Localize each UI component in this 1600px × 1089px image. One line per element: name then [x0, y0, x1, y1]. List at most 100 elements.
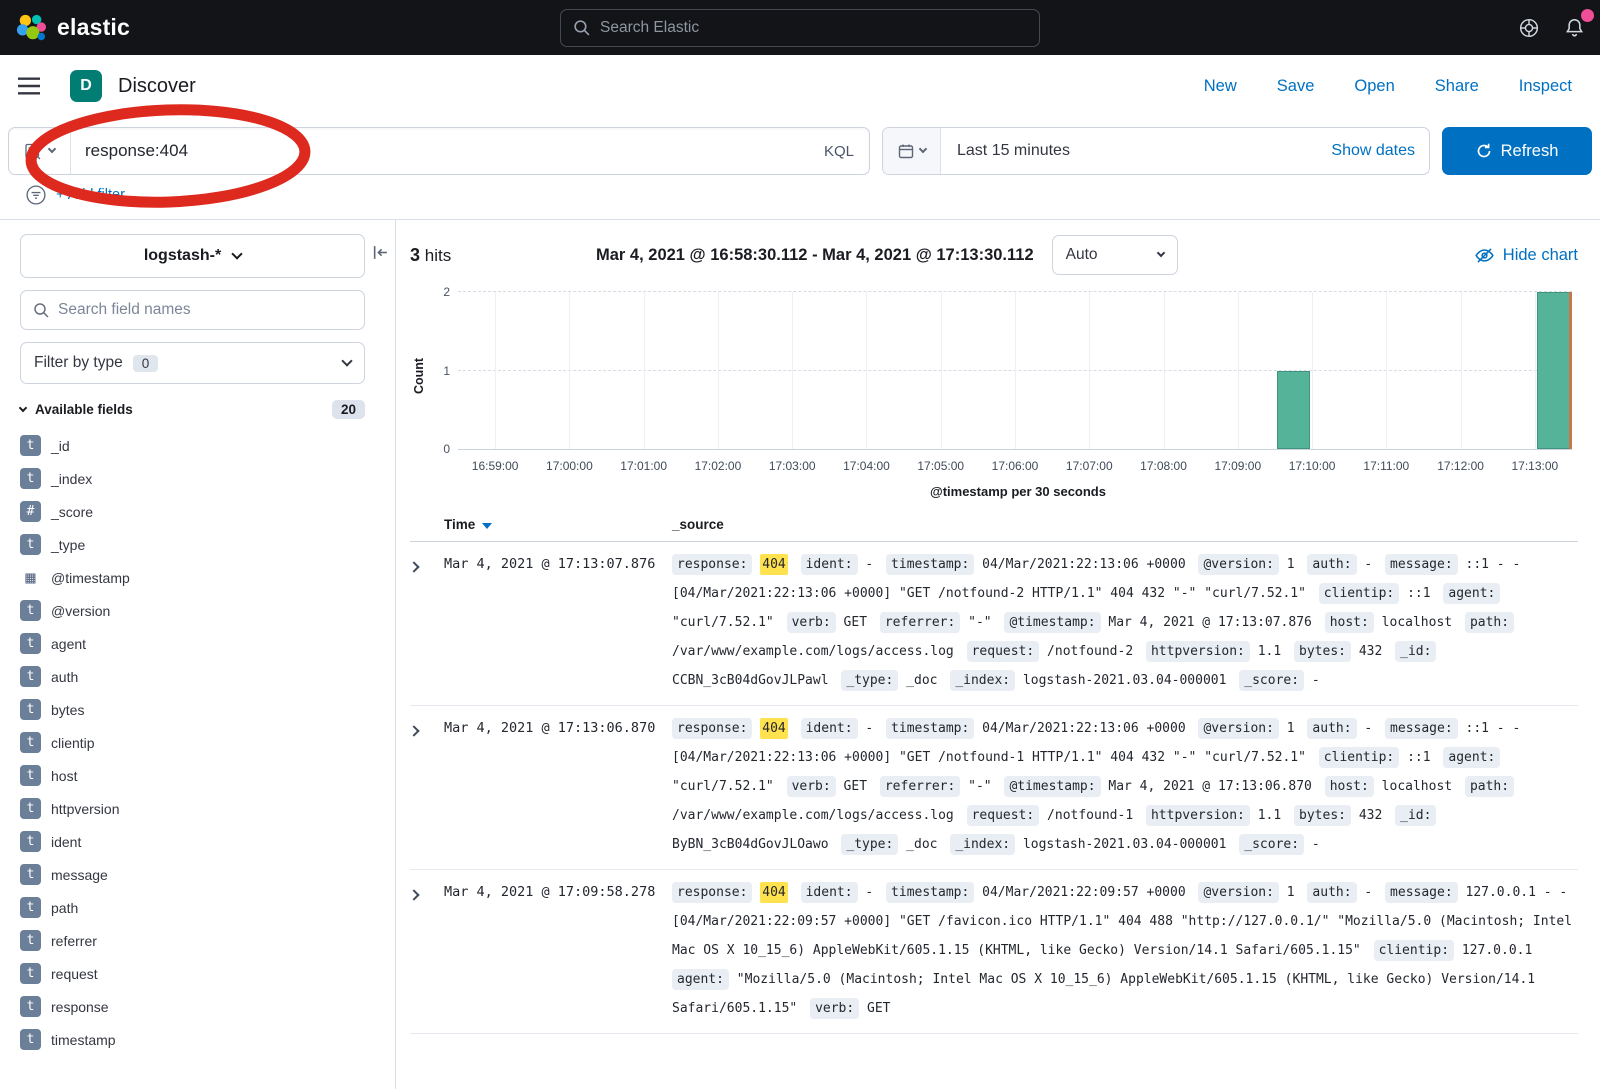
histogram-bar[interactable] [1277, 371, 1310, 450]
add-filter-button[interactable]: + Add filter [56, 187, 125, 203]
string-field-icon: t [20, 600, 41, 621]
saved-query-menu-button[interactable] [9, 128, 71, 174]
filter-by-type-button[interactable]: Filter by type 0 [20, 342, 365, 384]
field-name: path [51, 900, 78, 916]
index-pattern-selector[interactable]: logstash-* [20, 234, 365, 278]
y-axis-title: Count [412, 358, 426, 394]
source-field-key: path: [1465, 776, 1514, 797]
brand-name: elastic [57, 14, 130, 41]
time-range-button[interactable]: Last 15 minutes [941, 142, 1331, 160]
field-item[interactable]: # _score [20, 495, 381, 528]
field-item[interactable]: t response [20, 990, 381, 1023]
global-header-icons [1519, 18, 1584, 38]
search-icon [33, 302, 49, 318]
action-inspect[interactable]: Inspect [1519, 77, 1572, 96]
field-item[interactable]: t path [20, 891, 381, 924]
doc-source: response: 404 ident: - timestamp: 04/Mar… [672, 550, 1578, 695]
source-field-value: GET [844, 615, 867, 630]
histogram-bar[interactable] [1537, 292, 1570, 449]
string-field-icon: t [20, 633, 41, 654]
chevron-down-icon [918, 145, 926, 153]
x-tick-label: 17:02:00 [695, 459, 742, 473]
y-tick-label: 1 [426, 364, 450, 378]
field-item[interactable]: t ident [20, 825, 381, 858]
x-tick-label: 17:03:00 [769, 459, 816, 473]
time-column-header[interactable]: Time [444, 517, 672, 532]
field-search[interactable] [20, 290, 365, 330]
available-fields-count: 20 [332, 400, 365, 419]
source-field-value: "curl/7.52.1" [672, 615, 774, 630]
field-item[interactable]: t _id [20, 429, 381, 462]
global-search-input[interactable] [600, 19, 1027, 37]
field-item[interactable]: t _index [20, 462, 381, 495]
field-item[interactable]: t bytes [20, 693, 381, 726]
field-item[interactable]: t httpversion [20, 792, 381, 825]
source-field-value: /notfound-2 [1047, 644, 1133, 659]
source-field-key: response: [672, 718, 752, 739]
string-field-icon: t [20, 468, 41, 489]
field-item[interactable]: t referrer [20, 924, 381, 957]
help-icon[interactable] [1519, 18, 1539, 38]
brand[interactable]: elastic [16, 13, 130, 43]
x-tick-label: 17:00:00 [546, 459, 593, 473]
field-item[interactable]: t clientip [20, 726, 381, 759]
sort-desc-icon[interactable] [482, 523, 492, 529]
source-field-key: @timestamp: [1004, 612, 1100, 633]
expand-row-button[interactable] [410, 878, 444, 1023]
interval-select[interactable]: Auto [1052, 235, 1178, 275]
filter-icon[interactable] [26, 185, 46, 205]
alerts-icon[interactable] [1565, 18, 1584, 37]
doc-time: Mar 4, 2021 @ 17:13:06.870 [444, 714, 672, 859]
action-new[interactable]: New [1204, 77, 1237, 96]
collapse-sidebar-icon[interactable] [372, 244, 389, 266]
source-field-value: ::1 [1407, 750, 1430, 765]
discover-app-badge[interactable]: D [70, 70, 102, 102]
source-field-key: _type: [841, 670, 898, 691]
field-item[interactable]: t timestamp [20, 1023, 381, 1056]
action-save[interactable]: Save [1277, 77, 1315, 96]
query-input[interactable] [71, 141, 809, 161]
expand-row-button[interactable] [410, 714, 444, 859]
field-name: httpversion [51, 801, 119, 817]
source-field-value: logstash-2021.03.04-000001 [1023, 837, 1227, 852]
field-item[interactable]: t _type [20, 528, 381, 561]
field-search-input[interactable] [58, 301, 352, 319]
field-item[interactable]: t @version [20, 594, 381, 627]
field-item[interactable]: t message [20, 858, 381, 891]
available-fields-header[interactable]: Available fields 20 [20, 400, 381, 419]
source-field-value: - [1312, 673, 1320, 688]
global-search[interactable] [560, 9, 1040, 47]
source-field-value: 04/Mar/2021:22:13:06 +0000 [982, 557, 1186, 572]
x-tick-label: 17:04:00 [843, 459, 890, 473]
quick-select-button[interactable] [883, 128, 941, 174]
chevron-down-icon [232, 248, 243, 259]
menu-icon[interactable] [18, 77, 40, 95]
source-field-value: 404 [760, 882, 787, 903]
hide-chart-button[interactable]: Hide chart [1475, 246, 1578, 265]
doc-table-row: Mar 4, 2021 @ 17:13:07.876 response: 404… [410, 542, 1578, 706]
query-language-button[interactable]: KQL [809, 143, 869, 160]
field-item[interactable]: t host [20, 759, 381, 792]
show-dates-link[interactable]: Show dates [1331, 142, 1429, 160]
current-time-marker [1569, 292, 1572, 449]
field-name: timestamp [51, 1032, 116, 1048]
field-item[interactable]: ▦ @timestamp [20, 561, 381, 594]
refresh-button[interactable]: Refresh [1442, 127, 1592, 175]
doc-source: response: 404 ident: - timestamp: 04/Mar… [672, 714, 1578, 859]
source-field-value: /var/www/example.com/logs/access.log [672, 644, 954, 659]
source-field-key: _type: [841, 834, 898, 855]
action-share[interactable]: Share [1435, 77, 1479, 96]
expand-row-button[interactable] [410, 550, 444, 695]
doc-table-body: Mar 4, 2021 @ 17:13:07.876 response: 404… [410, 542, 1578, 1034]
field-item[interactable]: t request [20, 957, 381, 990]
source-field-key: auth: [1307, 718, 1356, 739]
source-field-key: message: [1385, 882, 1458, 903]
eye-slash-icon [1475, 246, 1494, 265]
field-item[interactable]: t auth [20, 660, 381, 693]
fields-sidebar: logstash-* Filter by type 0 Available fi… [0, 220, 396, 1089]
action-open[interactable]: Open [1354, 77, 1394, 96]
field-item[interactable]: t agent [20, 627, 381, 660]
source-field-key: @version: [1198, 554, 1278, 575]
x-ticks: 16:59:0017:00:0017:01:0017:02:0017:03:00… [458, 450, 1572, 476]
discover-main: 3 hits Mar 4, 2021 @ 16:58:30.112 - Mar … [396, 220, 1600, 1089]
